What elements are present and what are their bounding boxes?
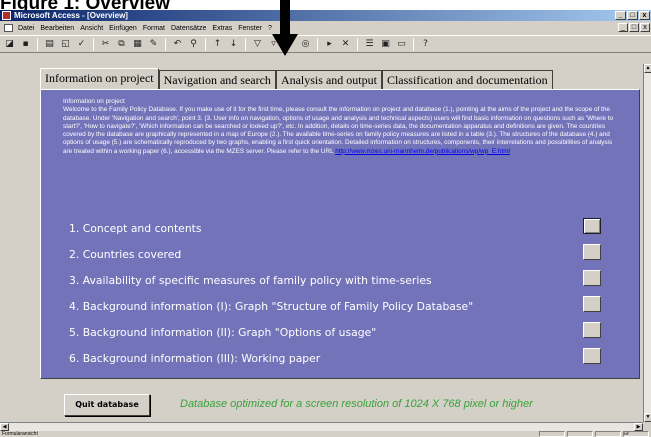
menu-einfuegen[interactable]: Einfügen — [109, 25, 137, 32]
pointer-arrow-icon — [272, 0, 298, 56]
hyperlink-icon[interactable]: ⚲ — [187, 38, 200, 51]
window-controls: _ □ x — [615, 11, 650, 20]
topic-row: 3. Availability of specific measures of … — [69, 270, 629, 296]
form-icon[interactable] — [4, 24, 13, 32]
vertical-scrollbar[interactable]: ▲ ▼ — [643, 64, 651, 422]
topic-6-button[interactable] — [583, 348, 601, 364]
info-heading: Information on project — [63, 98, 125, 105]
scroll-right-icon[interactable]: ▶ — [634, 423, 643, 431]
paste-icon[interactable]: ▦ — [131, 38, 144, 51]
topic-label: 6. Background information (III): Working… — [69, 352, 321, 365]
print-icon[interactable]: ▤ — [43, 38, 56, 51]
scroll-up-icon[interactable]: ▲ — [644, 64, 651, 73]
topic-5-button[interactable] — [583, 322, 601, 338]
toolbar-separator — [413, 37, 414, 51]
view-icon[interactable]: ◪ — [3, 38, 16, 51]
close-button[interactable]: x — [639, 11, 650, 20]
topic-label: 4. Background information (I): Graph "St… — [69, 300, 474, 313]
topic-row: 2. Countries covered — [69, 244, 629, 270]
properties-icon[interactable]: ☰ — [363, 38, 376, 51]
spelling-icon[interactable]: ✓ — [75, 38, 88, 51]
doc-close-button[interactable]: x — [640, 23, 650, 32]
format-painter-icon[interactable]: ✎ — [147, 38, 160, 51]
topic-row: 1. Concept and contents — [69, 218, 629, 244]
form-area: Information on project Navigation and se… — [0, 64, 643, 422]
topic-1-button[interactable] — [583, 218, 601, 234]
tab-panel: Information on project Welcome to the Fa… — [40, 89, 640, 379]
topic-list: 1. Concept and contents 2. Countries cov… — [69, 218, 629, 374]
delete-record-icon[interactable]: ✕ — [339, 38, 352, 51]
menu-fenster[interactable]: Fenster — [238, 25, 262, 32]
menu-bearbeiten[interactable]: Bearbeiten — [40, 25, 74, 32]
status-text: Formularansicht — [2, 431, 38, 437]
undo-icon[interactable]: ↶ — [171, 38, 184, 51]
toolbar-separator — [205, 37, 206, 51]
toolbar-separator — [245, 37, 246, 51]
project-info: Information on project Welcome to the Fa… — [63, 98, 618, 156]
menu-datensaetze[interactable]: Datensätze — [171, 25, 206, 32]
copy-icon[interactable]: ⧉ — [115, 38, 128, 51]
resolution-note: Database optimized for a screen resoluti… — [180, 398, 533, 410]
topic-row: 4. Background information (I): Graph "St… — [69, 296, 629, 322]
toolbar-separator — [357, 37, 358, 51]
maximize-button[interactable]: □ — [627, 11, 638, 20]
topic-label: 5. Background information (II): Graph "O… — [69, 326, 377, 339]
toolbar-separator — [37, 37, 38, 51]
toolbar-separator — [317, 37, 318, 51]
menu-ansicht[interactable]: Ansicht — [80, 25, 103, 32]
status-cells: NF — [539, 431, 649, 437]
tab-navigation-and-search[interactable]: Navigation and search — [158, 70, 276, 89]
topic-label: 3. Availability of specific measures of … — [69, 274, 432, 287]
toolbar-separator — [165, 37, 166, 51]
status-cell — [539, 431, 565, 437]
new-object-icon[interactable]: ▭ — [395, 38, 408, 51]
scroll-left-icon[interactable]: ◀ — [0, 423, 9, 431]
access-window: Microsoft Access - [Overview] _ □ x Date… — [0, 10, 651, 437]
status-bar: Formularansicht NF — [0, 431, 651, 437]
menu-bar: Datei Bearbeiten Ansicht Einfügen Format… — [0, 22, 651, 34]
tab-information-on-project[interactable]: Information on project — [40, 68, 159, 89]
status-cell — [595, 431, 621, 437]
quit-database-button[interactable]: Quit database — [64, 394, 150, 416]
filter-by-selection-icon[interactable]: ▽ — [251, 38, 264, 51]
mzes-url-link[interactable]: http://www.mzes.uni-mannheim.de/publicat… — [335, 148, 510, 155]
access-app-icon — [2, 11, 11, 20]
topic-4-button[interactable] — [583, 296, 601, 312]
toolbar-separator — [93, 37, 94, 51]
help-icon[interactable]: ? — [419, 38, 432, 51]
cut-icon[interactable]: ✂ — [99, 38, 112, 51]
tab-analysis-and-output[interactable]: Analysis and output — [275, 70, 382, 89]
scroll-down-icon[interactable]: ▼ — [644, 413, 651, 422]
topic-2-button[interactable] — [583, 244, 601, 260]
tab-classification-and-documentation[interactable]: Classification and documentation — [381, 70, 553, 89]
document-window-controls: _ □ x — [618, 23, 650, 32]
topic-label: 1. Concept and contents — [69, 222, 202, 235]
window-title: Microsoft Access - [Overview] — [14, 11, 128, 20]
doc-minimize-button[interactable]: _ — [618, 23, 628, 32]
find-icon[interactable]: ◎ — [299, 38, 312, 51]
status-indicator: NF — [623, 431, 649, 437]
topic-row: 5. Background information (II): Graph "O… — [69, 322, 629, 348]
minimize-button[interactable]: _ — [615, 11, 626, 20]
new-record-icon[interactable]: ▸ — [323, 38, 336, 51]
horizontal-scrollbar[interactable]: ◀ ▶ — [0, 422, 643, 431]
save-icon[interactable]: ▪ — [19, 38, 32, 51]
sort-descending-icon[interactable]: ↓ — [227, 38, 240, 51]
preview-icon[interactable]: ◱ — [59, 38, 72, 51]
topic-3-button[interactable] — [583, 270, 601, 286]
tab-strip: Information on project Navigation and se… — [40, 68, 553, 89]
status-cell — [567, 431, 593, 437]
topic-row: 6. Background information (III): Working… — [69, 348, 629, 374]
menu-extras[interactable]: Extras — [212, 25, 232, 32]
topic-label: 2. Countries covered — [69, 248, 182, 261]
menu-datei[interactable]: Datei — [18, 25, 34, 32]
menu-format[interactable]: Format — [143, 25, 165, 32]
toolbar: ◪ ▪ ▤ ◱ ✓ ✂ ⧉ ▦ ✎ ↶ ⚲ ↑ ↓ ▽ ▿ ▼ ◎ ▸ ✕ ☰ … — [0, 35, 651, 53]
database-window-icon[interactable]: ▣ — [379, 38, 392, 51]
title-bar[interactable]: Microsoft Access - [Overview] _ □ x — [0, 10, 651, 21]
doc-restore-button[interactable]: □ — [629, 23, 639, 32]
sort-ascending-icon[interactable]: ↑ — [211, 38, 224, 51]
